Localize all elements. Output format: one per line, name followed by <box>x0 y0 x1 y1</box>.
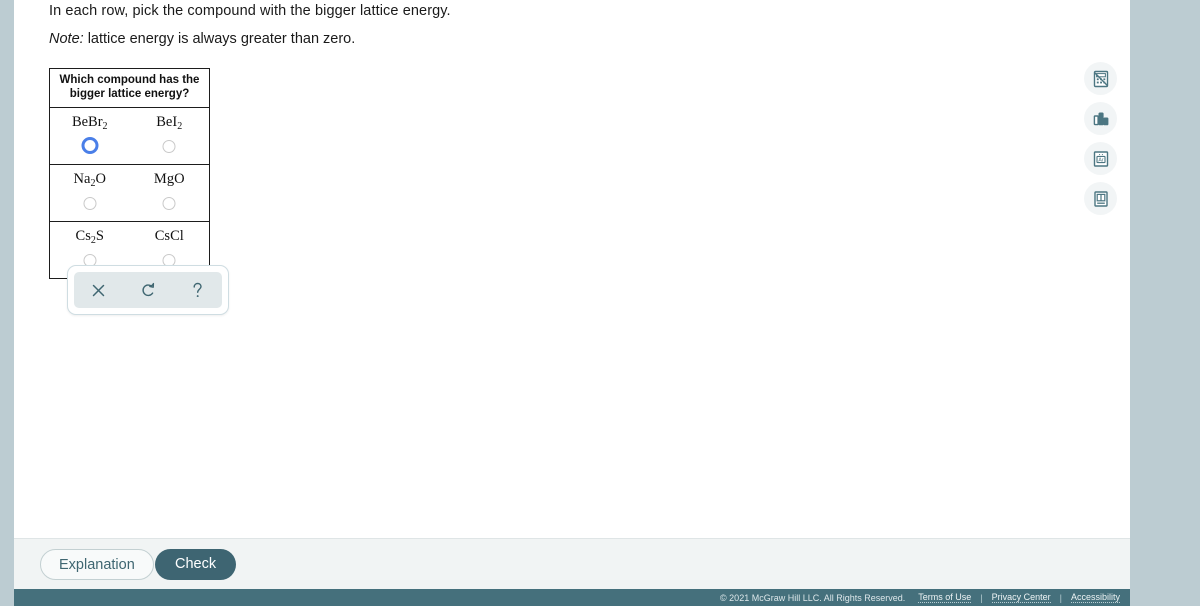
table-row: BeBr2 BeI2 <box>50 108 210 166</box>
tool-rail: Ar <box>1070 62 1130 222</box>
radio-option-2b[interactable] <box>162 197 176 211</box>
close-icon <box>90 282 107 299</box>
palette-inner-panel <box>74 272 222 308</box>
terms-of-use-link[interactable]: Terms of Use <box>918 592 972 603</box>
book-icon <box>1091 189 1111 209</box>
periodic-element-symbol: Ar <box>1098 157 1103 163</box>
copyright-text: © 2021 McGraw Hill LLC. All Rights Reser… <box>720 592 906 603</box>
table-header: Which compound has the bigger lattice en… <box>50 69 209 109</box>
footer-separator: | <box>980 592 983 603</box>
option-cell-1a[interactable]: BeBr2 <box>50 108 130 164</box>
action-bar: Explanation Check <box>14 538 1130 590</box>
table-row: Na2O MgO <box>50 165 210 223</box>
option-cell-2a[interactable]: Na2O <box>50 165 130 221</box>
check-button[interactable]: Check <box>155 549 237 580</box>
note-label: Note: <box>49 31 84 47</box>
radio-option-1a[interactable] <box>81 137 99 155</box>
help-button[interactable] <box>180 275 214 305</box>
bar-chart-tool-button[interactable] <box>1084 102 1117 135</box>
footer-content: © 2021 McGraw Hill LLC. All Rights Reser… <box>720 589 1120 606</box>
accessibility-link[interactable]: Accessibility <box>1070 592 1120 603</box>
radio-option-1b[interactable] <box>162 140 176 154</box>
page-root: In each row, pick the compound with the … <box>0 0 1200 606</box>
help-icon <box>189 281 206 300</box>
bar-chart-icon <box>1091 109 1111 129</box>
compound-formula: Na2O <box>73 171 106 190</box>
footer-bar: © 2021 McGraw Hill LLC. All Rights Reser… <box>14 589 1130 606</box>
content-sheet: In each row, pick the compound with the … <box>14 0 1130 538</box>
option-cell-2b[interactable]: MgO <box>130 165 210 221</box>
compound-formula: BeI2 <box>156 114 183 133</box>
question-note: Note: lattice energy is always greater t… <box>49 31 1049 48</box>
question-instruction: In each row, pick the compound with the … <box>49 3 451 19</box>
periodic-table-icon: Ar <box>1091 149 1111 169</box>
radio-option-2a[interactable] <box>83 197 97 211</box>
explanation-button[interactable]: Explanation <box>40 549 154 580</box>
undo-button[interactable] <box>131 275 165 305</box>
undo-icon <box>139 281 157 299</box>
compound-formula: MgO <box>153 171 185 188</box>
compound-formula: BeBr2 <box>71 114 108 133</box>
compound-formula: Cs2S <box>75 228 104 247</box>
reference-tool-button[interactable] <box>1084 182 1117 215</box>
note-text: lattice energy is always greater than ze… <box>83 31 356 47</box>
calculator-icon <box>1091 69 1111 89</box>
calculator-tool-button[interactable] <box>1084 62 1117 95</box>
answer-tool-palette <box>67 265 229 315</box>
option-cell-1b[interactable]: BeI2 <box>130 108 210 164</box>
compound-formula: CsCl <box>154 228 184 245</box>
clear-button[interactable] <box>82 275 116 305</box>
privacy-center-link[interactable]: Privacy Center <box>991 592 1051 603</box>
periodic-table-tool-button[interactable]: Ar <box>1084 142 1117 175</box>
footer-separator: | <box>1059 592 1062 603</box>
lattice-energy-table: Which compound has the bigger lattice en… <box>49 68 210 280</box>
